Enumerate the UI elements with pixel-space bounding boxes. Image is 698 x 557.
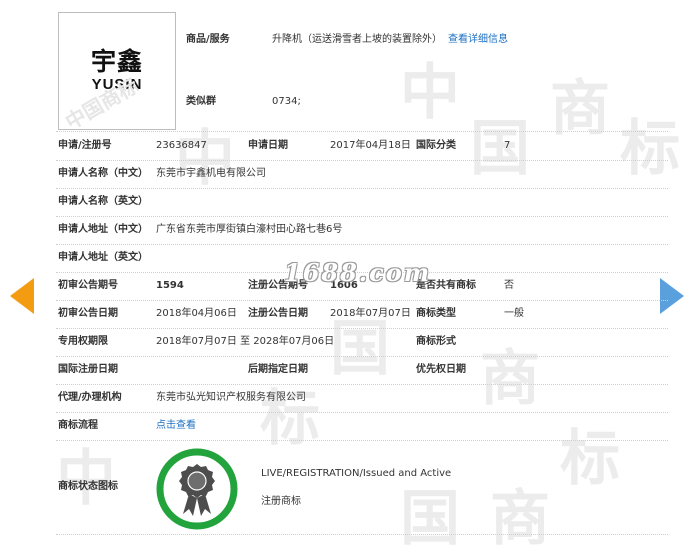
class-group-label: 类似群 (186, 96, 216, 107)
row-process: 商标流程 点击查看 (56, 412, 668, 441)
applicant-cn-value: 东莞市宇鑫机电有限公司 (156, 168, 266, 179)
reg-pub-date-label: 注册公告日期 (248, 308, 308, 319)
status-text-cn: 注册商标 (261, 496, 301, 507)
row-applicant-en: 申请人名称（英文） (56, 188, 668, 217)
apply-date-value: 2017年04月18日 (330, 140, 411, 151)
status-text-en: LIVE/REGISTRATION/Issued and Active (261, 468, 452, 479)
mark-form-label: 商标形式 (416, 336, 456, 347)
agent-value: 东莞市弘光知识产权服务有限公司 (156, 392, 306, 403)
row-address-cn: 申请人地址（中文） 广东省东莞市厚街镇白濠村田心路七巷6号 (56, 216, 668, 245)
goods-detail-link[interactable]: 查看详细信息 (448, 26, 508, 54)
mark-type-label: 商标类型 (416, 308, 456, 319)
registered-seal-icon (156, 448, 238, 530)
prev-arrow-icon[interactable] (10, 278, 34, 314)
class-group-value: 0734; (272, 96, 301, 107)
exclusive-value: 2018年07月07日 至 2028年07月06日 (156, 336, 335, 347)
reg-no-value: 23636847 (156, 140, 207, 151)
intl-class-label: 国际分类 (416, 140, 456, 151)
address-cn-label: 申请人地址（中文） (58, 224, 148, 235)
applicant-en-label: 申请人名称（英文） (58, 196, 148, 207)
logo-text-cn: 宇鑫 (90, 47, 143, 76)
agent-label: 代理/办理机构 (58, 392, 122, 403)
status-label: 商标状态图标 (58, 481, 118, 492)
apply-date-label: 申请日期 (248, 140, 288, 151)
reg-no-label: 申请/注册号 (58, 140, 112, 151)
process-label: 商标流程 (58, 420, 98, 431)
goods-value: 升降机（运送滑雪者上坡的装置除外） (272, 34, 442, 45)
later-date-label: 后期指定日期 (248, 364, 308, 375)
applicant-cn-label: 申请人名称（中文） (58, 168, 148, 179)
intl-reg-date-label: 国际注册日期 (58, 364, 118, 375)
address-en-label: 申请人地址（英文） (58, 252, 148, 263)
row-goods: 商品/服务 升降机（运送滑雪者上坡的装置除外） 查看详细信息 (178, 26, 668, 54)
exclusive-label: 专用权期限 (58, 336, 108, 347)
prelim-date-value: 2018年04月06日 (156, 308, 237, 319)
row-exclusive: 专用权期限 2018年07月07日 至 2028年07月06日 商标形式 (56, 328, 668, 357)
goods-label: 商品/服务 (186, 34, 230, 45)
shared-value: 否 (504, 280, 514, 291)
address-cn-value: 广东省东莞市厚街镇白濠村田心路七巷6号 (156, 224, 343, 235)
row-class-group: 类似群 0734; (178, 88, 668, 116)
row-registration: 申请/注册号 23636847 申请日期 2017年04月18日 国际分类 7 (56, 132, 668, 161)
prelim-no-label: 初审公告期号 (58, 280, 118, 291)
process-link[interactable]: 点击查看 (156, 412, 196, 440)
row-dates: 国际注册日期 后期指定日期 优先权日期 (56, 356, 668, 385)
prelim-date-label: 初审公告日期 (58, 308, 118, 319)
trademark-logo: 宇鑫 YUSIN 中国商标 (58, 12, 176, 134)
mark-type-value: 一般 (504, 308, 524, 319)
row-status: 商标状态图标 LIVE/REGISTRATION/Issued and Acti… (56, 440, 668, 535)
row-applicant-cn: 申请人名称（中文） 东莞市宇鑫机电有限公司 (56, 160, 668, 189)
site-watermark: 1688.com (284, 258, 432, 287)
intl-class-value: 7 (504, 140, 511, 151)
row-publication-date: 初审公告日期 2018年04月06日 注册公告日期 2018年07月07日 商标… (56, 300, 668, 329)
row-agent: 代理/办理机构 东莞市弘光知识产权服务有限公司 (56, 384, 668, 413)
reg-pub-date-value: 2018年07月07日 (330, 308, 411, 319)
prelim-no-value: 1594 (156, 280, 184, 291)
priority-date-label: 优先权日期 (416, 364, 466, 375)
